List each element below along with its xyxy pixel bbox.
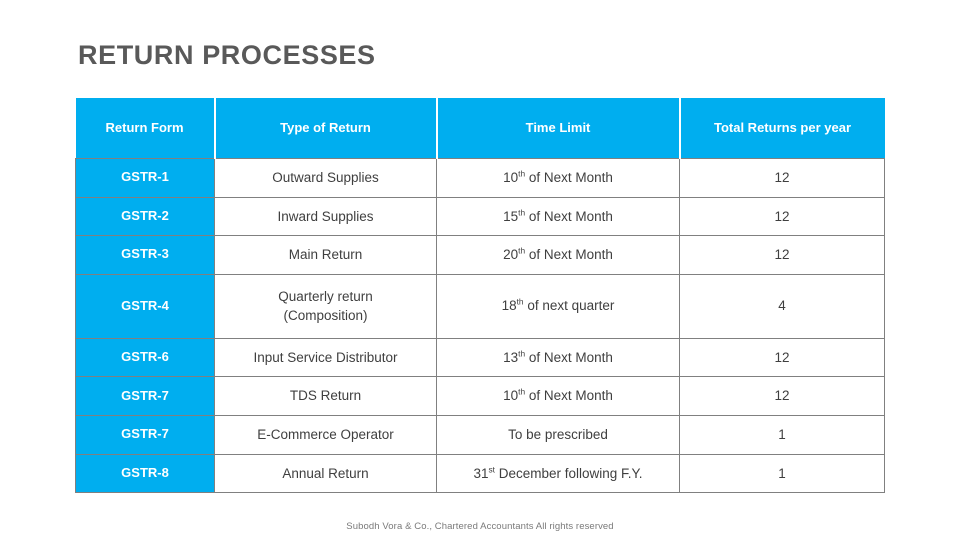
cell-return-form: GSTR-4 xyxy=(75,273,215,339)
cell-return-form: GSTR-7 xyxy=(75,414,215,455)
table-header-row: Return Form Type of Return Time Limit To… xyxy=(75,98,885,159)
table-row: GSTR-4 Quarterly return (Composition) 18th … xyxy=(75,273,885,339)
time-limit-text: December following F.Y. xyxy=(494,465,643,481)
time-limit-text: of Next Month xyxy=(525,247,613,263)
cell-time-limit: 10th of Next Month xyxy=(436,376,680,416)
cell-total-returns-per-year: 4 xyxy=(679,273,885,339)
cell-total-returns-per-year: 1 xyxy=(679,414,885,455)
cell-return-form: GSTR-2 xyxy=(75,196,215,237)
column-header-total-returns-per-year: Total Returns per year xyxy=(679,98,885,159)
time-limit-day-number: 18 xyxy=(501,298,517,314)
time-limit-text: of next quarter xyxy=(523,298,615,314)
time-limit-text: of Next Month xyxy=(525,388,613,404)
table-row: GSTR-7 E-Commerce Operator To be prescribe… xyxy=(75,414,885,455)
page-title: RETURN PROCESSES xyxy=(78,40,376,70)
column-header-type-of-return: Type of Return xyxy=(214,98,438,159)
time-limit-text: of Next Month xyxy=(525,208,613,224)
cell-total-returns-per-year: 12 xyxy=(679,196,885,237)
cell-type-of-return: TDS Return xyxy=(214,376,437,416)
slide-root: RETURN PROCESSES Return Form Type of Ret… xyxy=(0,0,960,540)
table-row: GSTR-8 Annual Return 31st December followi… xyxy=(75,453,885,494)
cell-return-form: GSTR-8 xyxy=(75,453,215,494)
cell-total-returns-per-year: 12 xyxy=(679,158,885,198)
table-row: GSTR-2 Inward Supplies 15th of Next Month 1… xyxy=(75,196,885,237)
time-limit-day-number: 20 xyxy=(503,247,519,263)
cell-time-limit: 15th of Next Month xyxy=(436,196,680,237)
cell-type-of-return: Outward Supplies xyxy=(214,158,437,198)
cell-type-of-return-line-1: Main Return xyxy=(288,247,363,263)
cell-type-of-return-line-1: E-Commerce Operator xyxy=(257,426,394,442)
cell-type-of-return-line-1: Input Service Distributor xyxy=(253,349,398,365)
table-row: GSTR-6 Input Service Distributor 13th of N… xyxy=(75,337,885,378)
cell-total-returns-per-year: 12 xyxy=(679,376,885,416)
cell-type-of-return: Inward Supplies xyxy=(214,196,437,237)
cell-time-limit: 18th of next quarter xyxy=(436,273,680,339)
cell-time-limit: 13th of Next Month xyxy=(436,337,680,378)
return-processes-table: Return Form Type of Return Time Limit To… xyxy=(75,98,885,494)
table-row: GSTR-7 TDS Return 10th of Next Month 12 xyxy=(75,376,885,416)
cell-type-of-return: Annual Return xyxy=(214,453,437,494)
cell-type-of-return-line-1: TDS Return xyxy=(289,388,362,404)
cell-return-form: GSTR-7 xyxy=(75,376,215,416)
cell-return-form: GSTR-6 xyxy=(75,337,215,378)
time-limit-day-number: 15 xyxy=(503,208,519,224)
time-limit-day-number: 10 xyxy=(503,388,519,404)
column-header-return-form: Return Form xyxy=(75,98,216,159)
cell-type-of-return: Quarterly return (Composition) xyxy=(214,273,437,339)
cell-type-of-return: E-Commerce Operator xyxy=(214,414,437,455)
time-limit-day-number: 31 xyxy=(473,465,489,481)
cell-time-limit: 10th of Next Month xyxy=(436,158,680,198)
cell-time-limit: To be prescribed xyxy=(436,414,680,455)
cell-type-of-return-line-1: Annual Return xyxy=(282,465,369,481)
cell-time-limit: 31st December following F.Y. xyxy=(436,453,680,494)
column-header-time-limit: Time Limit xyxy=(436,98,681,159)
table-body: GSTR-1 Outward Supplies 10th of Next Month… xyxy=(75,158,885,494)
cell-type-of-return-line-1: Outward Supplies xyxy=(272,170,379,185)
time-limit-text: of Next Month xyxy=(525,349,613,365)
cell-type-of-return-line-1: Quarterly return xyxy=(278,288,373,304)
cell-type-of-return: Main Return xyxy=(214,235,437,275)
time-limit-text: To be prescribed xyxy=(508,426,608,442)
cell-return-form: GSTR-1 xyxy=(75,158,215,198)
cell-total-returns-per-year: 12 xyxy=(679,337,885,378)
cell-return-form: GSTR-3 xyxy=(75,235,215,275)
cell-time-limit: 20th of Next Month xyxy=(436,235,680,275)
return-processes-table-wrapper: Return Form Type of Return Time Limit To… xyxy=(75,98,885,494)
cell-total-returns-per-year: 1 xyxy=(679,453,885,494)
time-limit-text: of Next Month xyxy=(525,170,613,185)
time-limit-day-number: 10 xyxy=(503,170,519,185)
cell-type-of-return-line-2: (Composition) xyxy=(283,308,368,324)
table-header: Return Form Type of Return Time Limit To… xyxy=(75,98,885,159)
cell-type-of-return: Input Service Distributor xyxy=(214,337,437,378)
footer-copyright: Subodh Vora & Co., Chartered Accountants… xyxy=(346,521,614,532)
time-limit-ordinal-suffix: th xyxy=(516,296,524,307)
table-row: GSTR-1 Outward Supplies 10th of Next Month… xyxy=(75,158,885,198)
table-row: GSTR-3 Main Return 20th of Next Month 12 xyxy=(75,235,885,275)
time-limit-day-number: 13 xyxy=(503,349,519,365)
cell-total-returns-per-year: 12 xyxy=(679,235,885,275)
cell-type-of-return-line-1: Inward Supplies xyxy=(277,208,374,224)
